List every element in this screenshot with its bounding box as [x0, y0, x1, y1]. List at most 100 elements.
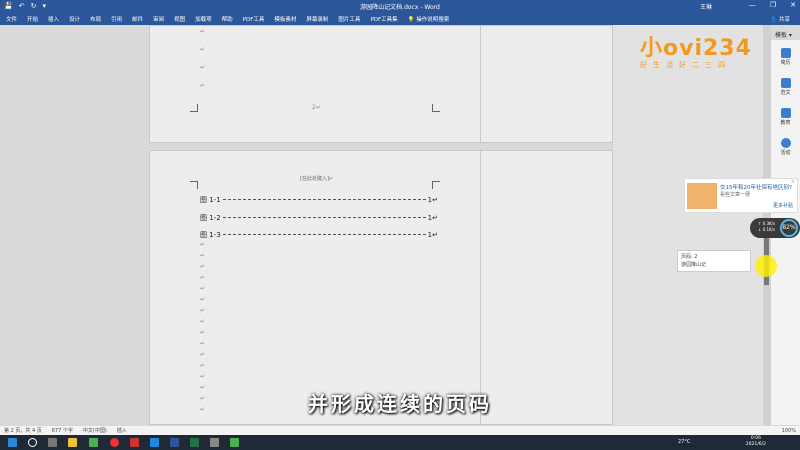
status-word-count[interactable]: 677 个字 — [52, 427, 73, 434]
logo-text: 小ovi234 — [640, 36, 752, 61]
tab-file[interactable]: 文件 — [6, 15, 17, 23]
status-insert-mode[interactable]: 插入 — [117, 427, 127, 434]
word-icon[interactable] — [170, 438, 179, 447]
ad-title[interactable]: 交15年和20年社保有啥区别? — [720, 183, 792, 191]
paragraph-mark: ↵ — [200, 285, 206, 292]
file-explorer-icon[interactable] — [68, 438, 77, 447]
document-icon — [780, 78, 791, 88]
sidebar-item-education[interactable]: 教育 — [773, 108, 798, 126]
sidebar-item-label: 活动 — [780, 150, 791, 156]
toc-page-number: 1↵ — [427, 230, 438, 239]
figure-toc-entry[interactable]: 图 1-2 1↵ — [200, 213, 438, 222]
resume-icon — [780, 48, 791, 58]
app-icon[interactable] — [110, 438, 119, 447]
app-icon[interactable] — [210, 438, 219, 447]
paragraph-mark: ↵ — [200, 307, 206, 314]
paragraph-mark: ↵ — [200, 28, 206, 35]
download-speed: ↓ 0.1K/s — [758, 227, 776, 232]
left-margin-area — [0, 25, 149, 425]
tab-help[interactable]: 帮助 — [222, 15, 233, 23]
network-speed-widget[interactable]: ↑ 0.3K/s ↓ 0.1K/s 82% — [750, 218, 800, 238]
tab-layout[interactable]: 布局 — [90, 15, 101, 23]
tab-mailings[interactable]: 邮件 — [132, 15, 143, 23]
tooltip-heading: 游园降山记 — [681, 262, 707, 268]
sidebar-item-label: 范文 — [780, 90, 791, 96]
weather-temp[interactable]: 27°C — [678, 439, 690, 445]
crop-mark — [432, 181, 440, 189]
user-name[interactable]: 王琳 — [700, 2, 712, 11]
share-button[interactable]: 👤 共享 — [770, 15, 790, 23]
start-icon[interactable] — [8, 438, 17, 447]
close-button[interactable]: ✕ — [790, 1, 796, 9]
template-panel-header[interactable]: 模板 ▾ — [775, 30, 792, 39]
tab-addins[interactable]: 加载项 — [195, 15, 212, 23]
memory-percent: 82% — [780, 219, 798, 237]
tab-home[interactable]: 开始 — [27, 15, 38, 23]
toc-leader — [222, 199, 426, 200]
document-title: 游园降山记文档.docx - Word — [360, 4, 440, 11]
paragraph-mark: ↵ — [200, 329, 206, 336]
crop-mark — [190, 181, 198, 189]
tab-insert[interactable]: 插入 — [48, 15, 59, 23]
paragraph-mark: ↵ — [200, 263, 206, 270]
tab-design[interactable]: 设计 — [69, 15, 80, 23]
toc-leader — [222, 234, 426, 235]
maximize-button[interactable]: ❐ — [770, 1, 776, 9]
tab-view[interactable]: 视图 — [174, 15, 185, 23]
cursor-highlight — [755, 255, 777, 277]
paragraph-mark: ↵ — [200, 82, 206, 89]
app-icon[interactable] — [89, 438, 98, 447]
tab-pdf-toolset[interactable]: PDF工具集 — [370, 15, 397, 23]
sidebar-item-activity[interactable]: 活动 — [773, 138, 798, 156]
app-icon[interactable] — [150, 438, 159, 447]
crop-mark — [432, 104, 440, 112]
ad-close-icon[interactable]: × — [791, 179, 795, 185]
task-view-icon[interactable] — [48, 438, 57, 447]
tell-me-label: 操作说明搜索 — [416, 17, 450, 23]
status-page-count[interactable]: 第 2 页，共 4 页 — [4, 427, 42, 434]
ribbon-tabs: 文件 开始 插入 设计 布局 引用 邮件 审阅 视图 加载项 帮助 PDF工具 … — [0, 13, 800, 25]
title-bar: 💾 ↶ ↻ ▾ 游园降山记文档.docx - Word 王琳 — ❐ ✕ — [0, 0, 800, 13]
header-placeholder[interactable]: [在此处键入]↵ — [300, 175, 333, 182]
tab-picture-tools[interactable]: 图片工具 — [338, 15, 360, 23]
tab-screen-record[interactable]: 屏幕录制 — [306, 15, 328, 23]
ad-image — [687, 183, 717, 209]
video-subtitle: 并形成连续的页码 — [308, 392, 492, 416]
clock-date: 2021/6/2 — [745, 442, 766, 447]
figure-toc-entry[interactable]: 图 1-1 1↵ — [200, 195, 438, 204]
toc-page-number: 1↵ — [427, 213, 438, 222]
paragraph-mark: ↵ — [200, 373, 206, 380]
tab-references[interactable]: 引用 — [111, 15, 122, 23]
sidebar-item-essay[interactable]: 范文 — [773, 78, 798, 96]
toc-label: 图 1-1 — [200, 195, 221, 204]
figure-toc-entry[interactable]: 图 1-3 1↵ — [200, 230, 438, 239]
toc-label: 图 1-2 — [200, 213, 221, 222]
tab-review[interactable]: 审阅 — [153, 15, 164, 23]
document-page-1[interactable]: ↵ ↵ ↵ ↵ 2↵ — [149, 25, 613, 143]
tab-template-assets[interactable]: 模板素材 — [274, 15, 296, 23]
windows-taskbar: 27°C 0:06 2021/6/2 — [0, 435, 800, 450]
search-icon[interactable] — [28, 438, 37, 447]
ad-more-link[interactable]: 更多补贴 — [773, 202, 793, 209]
status-language[interactable]: 中文(中国) — [83, 427, 107, 434]
toc-label: 图 1-3 — [200, 230, 221, 239]
paragraph-mark: ↵ — [200, 351, 206, 358]
footer-page-number: 2↵ — [312, 104, 321, 111]
zoom-level[interactable]: 100% — [782, 428, 796, 434]
education-icon — [780, 108, 791, 118]
system-clock[interactable]: 0:06 2021/6/2 — [746, 436, 766, 448]
tell-me-search[interactable]: 💡 操作说明搜索 — [408, 15, 450, 23]
app-icon[interactable] — [230, 438, 239, 447]
excel-icon[interactable] — [190, 438, 199, 447]
activity-icon — [780, 138, 791, 148]
sidebar-item-label: 简历 — [780, 60, 791, 66]
paragraph-mark: ↵ — [200, 318, 206, 325]
ad-popup[interactable]: 交15年和20年社保有啥区别? 看些文章一便 更多补贴 × — [684, 178, 798, 213]
sidebar-item-resume[interactable]: 简历 — [773, 48, 798, 66]
toc-page-number: 1↵ — [427, 195, 438, 204]
tab-pdf-tools[interactable]: PDF工具 — [243, 15, 265, 23]
minimize-button[interactable]: — — [749, 1, 756, 9]
paragraph-mark: ↵ — [200, 362, 206, 369]
document-page-2[interactable]: [在此处键入]↵ 图 1-1 1↵ 图 1-2 1↵ 图 1-3 1↵ ↵ ↵ … — [149, 150, 613, 425]
recorder-icon[interactable] — [130, 438, 139, 447]
